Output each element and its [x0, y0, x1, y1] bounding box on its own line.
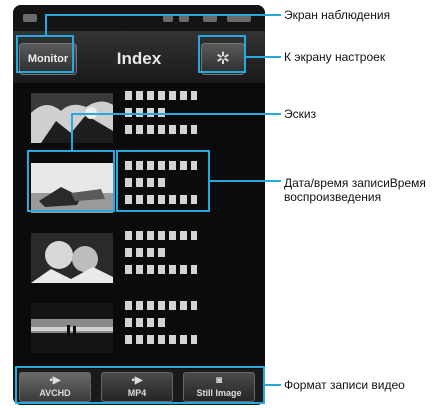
callout-settings: К экрану настроек [284, 50, 386, 64]
settings-highlight [198, 35, 246, 73]
thumbnail-highlight [27, 150, 115, 212]
page-title: Index [116, 49, 162, 68]
video-thumbnail[interactable] [31, 233, 113, 283]
recording-info [125, 231, 245, 282]
recording-info [125, 301, 245, 352]
list-item[interactable] [13, 83, 265, 153]
callout-monitor: Экран наблюдения [284, 8, 391, 22]
status-bar [13, 5, 265, 31]
monitor-highlight [16, 35, 74, 73]
callout-datetime-1: Дата/время записиВремя [284, 176, 426, 190]
format-highlight [15, 366, 265, 404]
callout-thumbnail: Эскиз [284, 107, 317, 121]
video-thumbnail[interactable] [31, 303, 113, 353]
list-item[interactable] [13, 223, 265, 293]
datetime-highlight [116, 150, 210, 212]
recording-info [125, 91, 245, 142]
list-item[interactable] [13, 293, 265, 363]
callout-datetime-2: воспроизведения [284, 190, 382, 204]
callout-format: Формат записи видео [284, 378, 405, 392]
